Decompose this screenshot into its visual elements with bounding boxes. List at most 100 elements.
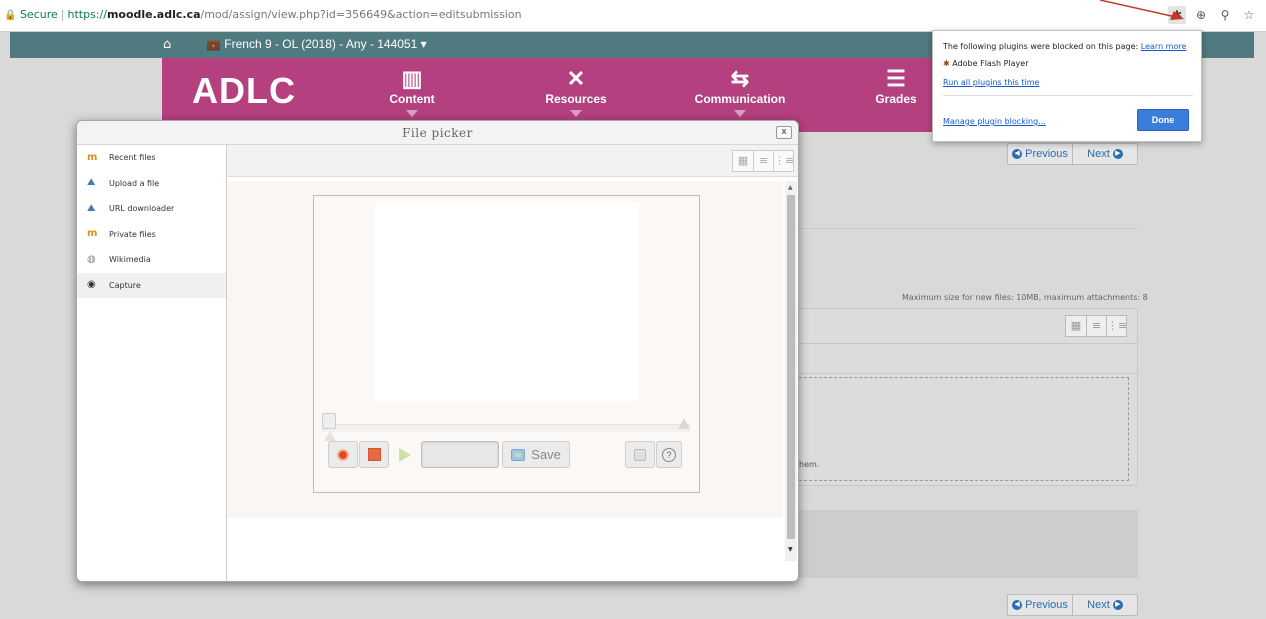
wikimedia-icon: ◍ [87,253,96,265]
stop-button[interactable] [359,441,389,468]
moodle-icon: m [87,228,98,240]
scroll-up-icon[interactable]: ▲ [788,184,793,191]
book-icon: ▥ [401,66,423,91]
file-picker-title[interactable]: File picker [77,121,798,145]
nav-grades[interactable]: ☰ Grades [866,66,926,106]
drop-zone[interactable]: hem. [799,377,1129,481]
time-display [421,441,499,468]
repo-recent-files[interactable]: m Recent files [77,145,226,171]
key-icon[interactable]: ⚲ [1216,6,1234,24]
scrollbar-thumb[interactable] [787,195,795,539]
camera-icon [634,448,646,461]
view-switcher: ▦ ≡ ⋮≡ [732,150,794,172]
repo-label: URL downloader [109,204,175,214]
home-icon[interactable]: ⌂ [163,37,171,52]
file-manager-path-bar [799,344,1137,374]
nav-grades-label: Grades [875,92,917,106]
repo-label: Recent files [109,153,156,163]
repo-upload-file[interactable]: ⛰ Upload a file [77,171,226,197]
popup-message-text: The following plugins were blocked on th… [943,42,1139,51]
run-all-plugins-link[interactable]: Run all plugins this time [943,78,1039,87]
url-host: moodle.adlc.ca [106,8,201,21]
manage-plugin-blocking-link[interactable]: Manage plugin blocking... [943,117,1046,126]
nav-communication-label: Communication [694,92,786,106]
help-icon: ? [662,447,676,462]
previous-button-bottom[interactable]: ◀ Previous [1008,595,1072,615]
record-button[interactable] [328,441,358,468]
url-protocol: https:// [67,8,107,21]
capture-widget: Save ? [313,195,700,493]
lock-icon: 🔒 [4,10,17,21]
next-label: Next [1087,599,1110,611]
chevron-down-icon [570,110,582,117]
nav-resources[interactable]: ✕ Resources [526,66,626,117]
timeline-handle[interactable] [322,413,336,429]
camera-settings-button[interactable] [625,441,655,468]
repo-label: Capture [109,280,141,290]
blocked-plugin-item: ✱ Adobe Flash Player [943,59,1029,68]
popup-message: The following plugins were blocked on th… [943,42,1186,51]
repo-private-files[interactable]: m Private files [77,222,226,248]
close-button[interactable]: x [776,126,792,139]
list-view-icon[interactable]: ≡ [753,151,773,171]
learn-more-link[interactable]: Learn more [1141,42,1187,51]
next-button-bottom[interactable]: Next ▶ [1072,595,1137,615]
file-picker-dialog: File picker x m Recent files ⛰ Upload a … [76,120,799,582]
divider [798,228,1138,229]
tree-view-icon[interactable]: ⋮≡ [773,151,794,171]
play-button[interactable] [390,441,420,468]
list-view-icon[interactable]: ≡ [1086,316,1106,336]
repository-sidebar: m Recent files ⛰ Upload a file ⛰ URL dow… [77,145,227,581]
save-button[interactable]: Save [502,441,570,468]
timeline-start-marker [324,431,336,441]
exchange-icon: ⇆ [730,66,750,91]
next-label: Next [1087,148,1110,160]
capture-area: Save ? [227,181,783,518]
next-button[interactable]: Next ▶ [1072,144,1137,164]
nav-content[interactable]: ▥ Content [362,66,462,117]
help-button[interactable]: ? [656,441,682,468]
save-label: Save [531,447,561,462]
capture-controls: Save ? [328,441,688,473]
timeline-track[interactable] [322,424,690,432]
nav-communication[interactable]: ⇆ Communication [690,66,790,117]
timeline-end-marker [678,418,690,429]
submission-block [798,510,1138,578]
scrollbar[interactable]: ▲ ▼ [785,181,797,561]
course-menu-label: French 9 - OL (2018) - Any - 144051 ▾ [224,37,427,51]
pager-bottom: ◀ Previous Next ▶ [1007,594,1138,616]
plugin-blocked-popup: The following plugins were blocked on th… [932,30,1202,142]
browser-address-bar: 🔒 Secure | https://moodle.adlc.ca/mod/assi… [0,0,1266,32]
webcam-icon: ◉ [87,279,96,291]
annotation-arrow-icon [1100,0,1184,20]
tools-icon: ✕ [566,66,586,91]
icon-view-icon[interactable]: ▦ [733,151,753,171]
drop-zone-text: hem. [799,460,820,469]
repo-label: Wikimedia [109,255,151,265]
repo-wikimedia[interactable]: ◍ Wikimedia [77,247,226,273]
tree-view-icon[interactable]: ⋮≡ [1106,316,1127,336]
url-field[interactable]: 🔒 Secure | https://moodle.adlc.ca/mod/assi… [4,8,522,21]
bookmark-star-icon[interactable]: ☆ [1240,6,1258,24]
pager-top: ◀ Previous Next ▶ [1007,143,1138,165]
done-button[interactable]: Done [1137,109,1189,131]
moodle-icon: m [87,151,98,163]
repo-url-downloader[interactable]: ⛰ URL downloader [77,196,226,222]
nav-content-label: Content [389,92,435,106]
previous-button[interactable]: ◀ Previous [1008,144,1072,164]
icon-view-icon[interactable]: ▦ [1066,316,1086,336]
play-icon [399,447,411,462]
file-picker-toolbar: ▦ ≡ ⋮≡ [227,145,798,177]
scroll-down-icon[interactable]: ▼ [788,546,793,553]
upload-icon: ⛰ [87,177,96,189]
url-separator: | [60,8,65,21]
course-menu[interactable]: 💼 French 9 - OL (2018) - Any - 144051 ▾ [206,37,427,51]
zoom-icon[interactable]: ⊕ [1192,6,1210,24]
repo-capture[interactable]: ◉ Capture [77,272,226,298]
arrow-right-icon: ▶ [1112,600,1123,611]
file-manager-toolbar: ▦ ≡ ⋮≡ [799,309,1137,344]
arrow-right-icon: ▶ [1112,149,1123,160]
adlc-logo[interactable]: ADLC [192,70,296,112]
previous-label: Previous [1025,599,1068,611]
repo-label: Private files [109,229,156,239]
